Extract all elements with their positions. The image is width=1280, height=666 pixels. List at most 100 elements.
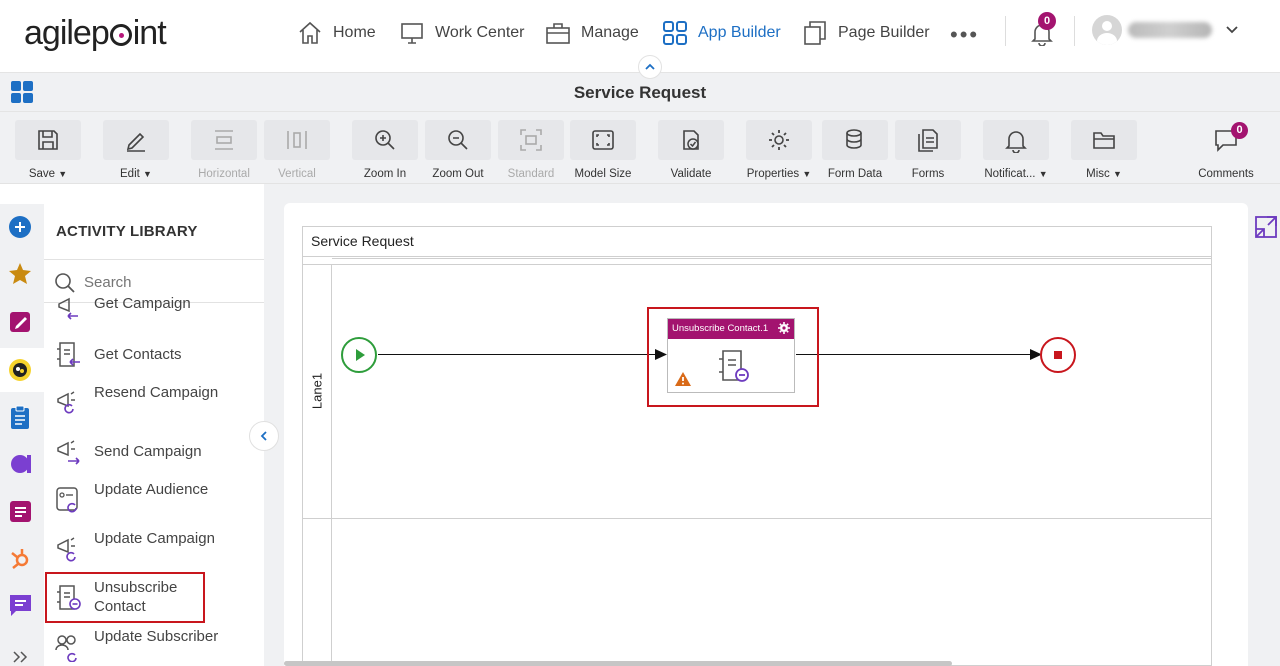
lane-divider bbox=[302, 264, 1212, 265]
model-size-label: Model Size bbox=[574, 168, 632, 180]
validate-button[interactable]: Validate bbox=[658, 120, 724, 180]
expand-rail-icon[interactable] bbox=[8, 646, 34, 666]
comments-button[interactable]: Comments bbox=[1193, 120, 1259, 180]
library-item-highlight bbox=[45, 572, 205, 623]
library-item-resend-campaign[interactable]: Resend Campaign bbox=[44, 383, 264, 423]
toolbar: Save ▼ Edit ▼ Horizontal Vertical Zoom I… bbox=[0, 112, 1280, 184]
standard-label: Standard bbox=[507, 168, 555, 180]
add-circle-icon[interactable] bbox=[8, 214, 34, 240]
properties-button[interactable]: Properties ▼ bbox=[746, 120, 812, 180]
vertical-label: Vertical bbox=[278, 168, 316, 180]
forms-button[interactable]: Forms bbox=[895, 120, 961, 180]
bell-icon bbox=[1005, 131, 1027, 153]
top-nav: agilep int Home Work Center Manage App Bu… bbox=[0, 0, 1280, 79]
edit-label: Edit bbox=[120, 168, 140, 180]
chevron-left-icon bbox=[260, 431, 267, 441]
save-button[interactable]: Save ▼ bbox=[15, 120, 81, 180]
pencil-icon bbox=[126, 132, 145, 152]
horizontal-scrollbar[interactable] bbox=[284, 661, 952, 666]
expand-canvas-icon[interactable] bbox=[1253, 214, 1279, 240]
edit-form-icon[interactable] bbox=[8, 308, 34, 334]
collapse-header-button[interactable] bbox=[638, 55, 662, 79]
nav-app-builder[interactable]: App Builder bbox=[662, 19, 781, 47]
mailchimp-icon[interactable] bbox=[8, 357, 34, 383]
lane-header[interactable]: Lane1 bbox=[302, 264, 332, 518]
form-data-button[interactable]: Form Data bbox=[822, 120, 888, 180]
horizontal-label: Horizontal bbox=[198, 168, 250, 180]
star-icon[interactable] bbox=[8, 261, 34, 287]
fit-screen-icon bbox=[592, 130, 614, 150]
activity-highlight bbox=[647, 307, 819, 407]
notifications-button[interactable]: Notificat... ▼ bbox=[983, 120, 1049, 180]
sequence-flow[interactable] bbox=[378, 354, 658, 355]
pool-title: Service Request bbox=[303, 227, 1211, 257]
standard-button[interactable]: Standard bbox=[498, 120, 564, 180]
nav-page-builder-label: Page Builder bbox=[838, 24, 930, 41]
chat-icon[interactable] bbox=[8, 592, 34, 618]
library-item-update-audience[interactable]: Update Audience bbox=[44, 480, 264, 520]
app-grid-icon bbox=[663, 21, 687, 45]
nav-work-center-label: Work Center bbox=[435, 24, 525, 41]
zoom-in-icon bbox=[375, 130, 395, 150]
hubspot-icon[interactable] bbox=[8, 545, 34, 571]
activity-library-title: ACTIVITY LIBRARY bbox=[56, 223, 198, 240]
document-list-icon[interactable] bbox=[8, 498, 34, 524]
agilepoint-logo[interactable]: agilep int bbox=[24, 14, 167, 53]
more-menu[interactable]: ••• bbox=[950, 22, 979, 48]
library-item-send-campaign[interactable]: Send Campaign bbox=[44, 434, 264, 470]
process-pool[interactable]: Service Request bbox=[302, 226, 1212, 666]
validate-icon bbox=[683, 130, 699, 150]
collapse-library-button[interactable] bbox=[249, 421, 279, 451]
standard-size-icon bbox=[520, 129, 542, 151]
vertical-button[interactable]: Vertical bbox=[264, 120, 330, 180]
nav-divider bbox=[1005, 16, 1006, 46]
nav-home[interactable]: Home bbox=[297, 19, 376, 47]
megaphone-send-icon bbox=[57, 440, 80, 465]
save-label: Save bbox=[28, 168, 56, 180]
chevron-down-icon[interactable] bbox=[1224, 22, 1240, 38]
nav-manage[interactable]: Manage bbox=[545, 19, 639, 47]
lane-divider bbox=[332, 258, 1212, 259]
subscriber-update-icon bbox=[55, 635, 77, 662]
notifications-label: Notificat... bbox=[984, 168, 1036, 180]
nav-page-builder[interactable]: Page Builder bbox=[802, 19, 930, 47]
zoom-in-button[interactable]: Zoom In bbox=[352, 120, 418, 180]
lane-divider bbox=[302, 518, 1212, 519]
library-item-update-campaign[interactable]: Update Campaign bbox=[44, 529, 264, 569]
horizontal-button[interactable]: Horizontal bbox=[191, 120, 257, 180]
library-item-update-subscriber[interactable]: Update Subscriber bbox=[44, 627, 264, 666]
notification-count-badge: 0 bbox=[1038, 12, 1056, 30]
start-event[interactable] bbox=[341, 337, 377, 373]
model-size-button[interactable]: Model Size bbox=[570, 120, 636, 180]
megaphone-refresh-icon bbox=[57, 391, 75, 414]
zoom-in-label: Zoom In bbox=[363, 168, 407, 180]
clipboard-icon[interactable] bbox=[8, 404, 34, 430]
comments-label: Comments bbox=[1198, 168, 1254, 180]
end-event[interactable] bbox=[1040, 337, 1076, 373]
vertical-layout-icon bbox=[287, 131, 307, 149]
megaphone-arrow-icon bbox=[58, 297, 78, 320]
app-title-bar: Service Request bbox=[0, 72, 1280, 112]
validate-label: Validate bbox=[670, 168, 712, 180]
play-icon bbox=[356, 349, 365, 361]
forms-label: Forms bbox=[911, 168, 945, 180]
horizontal-layout-icon bbox=[215, 130, 233, 150]
lane-label: Lane1 bbox=[309, 372, 324, 410]
library-item-get-contacts[interactable]: Get Contacts bbox=[44, 337, 264, 373]
lane-header-2[interactable] bbox=[302, 518, 332, 666]
monitor-icon bbox=[401, 23, 423, 44]
user-avatar[interactable] bbox=[1092, 15, 1122, 45]
dynamics-icon[interactable] bbox=[8, 451, 34, 477]
home-icon bbox=[299, 21, 321, 44]
misc-button[interactable]: Misc ▼ bbox=[1071, 120, 1137, 180]
library-item-get-campaign[interactable]: Get Campaign bbox=[44, 288, 264, 320]
megaphone-update-icon bbox=[57, 537, 76, 562]
edit-button[interactable]: Edit ▼ bbox=[103, 120, 169, 180]
zoom-out-button[interactable]: Zoom Out bbox=[425, 120, 491, 180]
process-title: Service Request bbox=[573, 83, 707, 102]
sequence-flow[interactable] bbox=[796, 354, 1032, 355]
forms-icon bbox=[918, 129, 938, 152]
user-name-blurred[interactable] bbox=[1128, 22, 1212, 38]
gear-icon bbox=[769, 130, 789, 150]
nav-work-center[interactable]: Work Center bbox=[399, 19, 525, 47]
